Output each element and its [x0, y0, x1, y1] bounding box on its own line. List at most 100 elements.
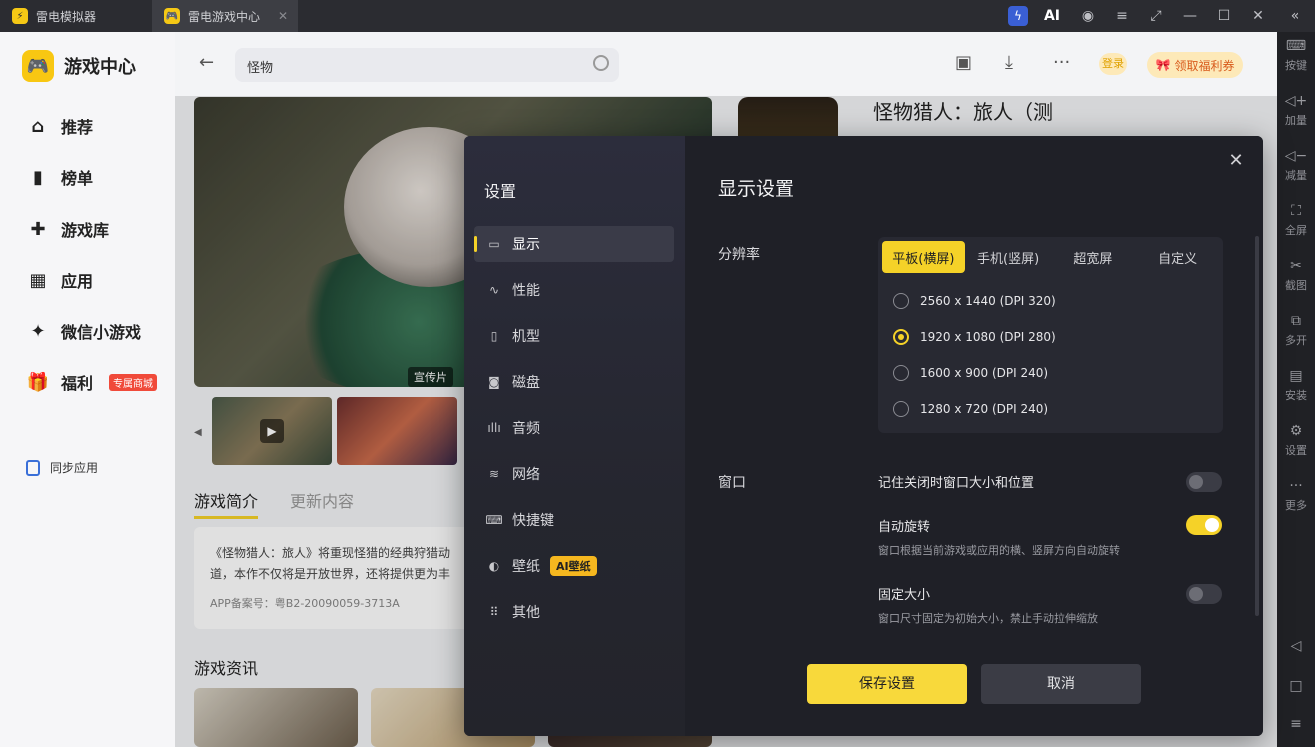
settings-nav-title: 设置: [484, 182, 517, 201]
cancel-button[interactable]: 取消: [981, 664, 1141, 704]
tab-game-center[interactable]: 🎮 雷电游戏中心 ✕: [152, 0, 298, 32]
volume-up-icon: ◁+: [1284, 93, 1308, 109]
resolution-option[interactable]: 1280 x 720 (DPI 240): [893, 401, 1048, 417]
toolbar-install[interactable]: ▤ 安装: [1277, 368, 1315, 403]
tab-custom[interactable]: 自定义: [1136, 241, 1219, 273]
radio-button-selected[interactable]: [893, 329, 909, 345]
right-toolbar: ⌨ 按键 ◁+ 加量 ◁− 减量 ⛶ 全屏 ✂ 截图 ⧉ 多开 ▤ 安装 ⚙ 设置 ··· 更多 …: [1277, 32, 1315, 747]
more-dots-icon[interactable]: ···: [1053, 52, 1070, 73]
toolbar-volume-down[interactable]: ◁− 减量: [1277, 148, 1315, 183]
settings-nav-network[interactable]: ≋ 网络: [474, 456, 674, 492]
tab-emulator[interactable]: ⚡ 雷电模拟器: [0, 0, 152, 32]
home-square-icon: □: [1289, 678, 1303, 694]
settings-nav-label: 音频: [512, 421, 540, 437]
brand-title: 游戏中心: [64, 57, 136, 78]
coupon-icon: 🎀: [1155, 58, 1171, 72]
toolbar-recents[interactable]: ≡: [1277, 716, 1315, 732]
menu-icon[interactable]: ≡: [1110, 4, 1134, 28]
settings-nav-display[interactable]: ▭ 显示: [474, 226, 674, 262]
toolbar-label: 减量: [1285, 169, 1307, 182]
resolution-option[interactable]: 1920 x 1080 (DPI 280): [893, 329, 1056, 345]
settings-nav-audio[interactable]: ıllı 音频: [474, 410, 674, 446]
login-button[interactable]: 登录: [1099, 53, 1127, 75]
toolbar-multi-open[interactable]: ⧉ 多开: [1277, 313, 1315, 348]
radio-button[interactable]: [893, 365, 909, 381]
toolbar-back[interactable]: ◁: [1277, 638, 1315, 654]
sidebar-item-label: 游戏库: [61, 221, 110, 240]
sparkle-icon: ✦: [30, 320, 46, 342]
toolbar-more[interactable]: ··· 更多: [1277, 478, 1315, 513]
sidebar-item-wechat-games[interactable]: ✦ 微信小游戏: [27, 319, 141, 343]
settings-nav-device-model[interactable]: ▯ 机型: [474, 318, 674, 354]
tab-ultrawide[interactable]: 超宽屏: [1052, 241, 1135, 273]
ai-icon[interactable]: AI: [1040, 4, 1064, 28]
close-tab-icon[interactable]: ✕: [278, 9, 288, 23]
gift-icon: 🎁: [26, 371, 50, 393]
settings-nav-shortcuts[interactable]: ⌨ 快捷键: [474, 502, 674, 538]
toolbar-settings[interactable]: ⚙ 设置: [1277, 423, 1315, 458]
toolbar-home[interactable]: □: [1277, 678, 1315, 694]
fixed-size-desc: 窗口尺寸固定为初始大小，禁止手动拉伸缩放: [878, 612, 1098, 625]
sidebar-item-recommend[interactable]: ⌂ 推荐: [27, 114, 93, 138]
phone-icon: ▯: [490, 329, 498, 343]
maximize-icon[interactable]: ☐: [1212, 4, 1236, 28]
settings-scrollbar[interactable]: [1255, 236, 1259, 616]
download-icon[interactable]: ⤓: [1005, 52, 1013, 73]
window-label: 窗口: [718, 475, 746, 491]
toolbar-keymap[interactable]: ⌨ 按键: [1277, 38, 1315, 73]
radio-button[interactable]: [893, 401, 909, 417]
disk-icon: ◙: [488, 375, 500, 389]
close-icon[interactable]: ✕: [1246, 4, 1270, 28]
save-settings-button[interactable]: 保存设置: [807, 664, 967, 704]
toolbar-label: 全屏: [1285, 224, 1307, 237]
header: ← 怪物 ▣ ⤓ ··· 登录 🎀 领取福利券: [175, 32, 1277, 96]
toolbar-volume-up[interactable]: ◁+ 加量: [1277, 93, 1315, 128]
fixed-size-title: 固定大小: [878, 588, 931, 603]
fixed-size-toggle[interactable]: [1186, 584, 1222, 604]
multi-open-icon: ⧉: [1291, 313, 1301, 329]
settings-nav-wallpaper[interactable]: ◐ 壁纸 AI壁纸: [474, 548, 674, 584]
shrink-icon[interactable]: ⤢: [1144, 4, 1168, 28]
settings-nav-label: 快捷键: [512, 513, 554, 529]
resolution-option[interactable]: 1600 x 900 (DPI 240): [893, 365, 1048, 381]
keyboard-icon: ⌨: [485, 513, 503, 527]
wifi-icon: ≋: [488, 467, 500, 481]
minimize-icon[interactable]: —: [1178, 4, 1202, 28]
sidebar: 🎮 游戏中心 ⌂ 推荐 ▮ 榜单 ✚ 游戏库 ▦ 应用 ✦ 微信小游戏 🎁 福利…: [0, 32, 175, 747]
sidebar-item-apps[interactable]: ▦ 应用: [27, 268, 93, 292]
close-icon[interactable]: ✕: [1226, 151, 1246, 171]
volume-down-icon: ◁−: [1284, 148, 1308, 164]
settings-nav-label: 其他: [512, 605, 540, 621]
settings-nav: 设置 ▭ 显示 ∿ 性能 ▯ 机型 ◙ 磁盘 ıllı 音频 ≋ 网络 ⌨ 快捷…: [464, 136, 685, 736]
calendar-icon[interactable]: ▣: [955, 52, 972, 73]
user-icon[interactable]: ◉: [1076, 4, 1100, 28]
sidebar-item-ranking[interactable]: ▮ 榜单: [27, 165, 93, 189]
toolbar-label: 加量: [1285, 114, 1307, 127]
remember-window-toggle[interactable]: [1186, 472, 1222, 492]
radio-button[interactable]: [893, 293, 909, 309]
sync-apps-button[interactable]: 同步应用: [26, 459, 98, 476]
bolt-icon[interactable]: ϟ: [1008, 6, 1028, 26]
collapse-icon[interactable]: «: [1283, 4, 1307, 28]
grid-icon: ⠿: [489, 605, 499, 619]
sidebar-item-welfare[interactable]: 🎁 福利 专属商城: [26, 370, 158, 394]
settings-nav-other[interactable]: ⠿ 其他: [474, 594, 674, 630]
resolution-option[interactable]: 2560 x 1440 (DPI 320): [893, 293, 1056, 309]
toolbar-label: 更多: [1285, 499, 1307, 512]
tab-tablet-landscape[interactable]: 平板(横屏): [882, 241, 965, 273]
home-icon: ⌂: [31, 115, 45, 137]
toolbar-fullscreen[interactable]: ⛶ 全屏: [1277, 203, 1315, 238]
sidebar-item-game-library[interactable]: ✚ 游戏库: [27, 217, 109, 241]
search-input[interactable]: 怪物: [235, 48, 619, 82]
auto-rotate-toggle[interactable]: [1186, 515, 1222, 535]
welfare-coupon-button[interactable]: 🎀 领取福利券: [1147, 52, 1243, 78]
search-icon[interactable]: [593, 55, 609, 71]
settings-nav-performance[interactable]: ∿ 性能: [474, 272, 674, 308]
settings-nav-disk[interactable]: ◙ 磁盘: [474, 364, 674, 400]
settings-nav-label: 显示: [512, 237, 540, 253]
toolbar-screenshot[interactable]: ✂ 截图: [1277, 258, 1315, 293]
resolution-option-label: 1600 x 900 (DPI 240): [920, 366, 1049, 380]
tab-phone-portrait[interactable]: 手机(竖屏): [967, 241, 1050, 273]
resolution-panel: 平板(横屏) 手机(竖屏) 超宽屏 自定义 2560 x 1440 (DPI 3…: [878, 237, 1223, 433]
back-arrow-icon[interactable]: ←: [199, 52, 214, 73]
